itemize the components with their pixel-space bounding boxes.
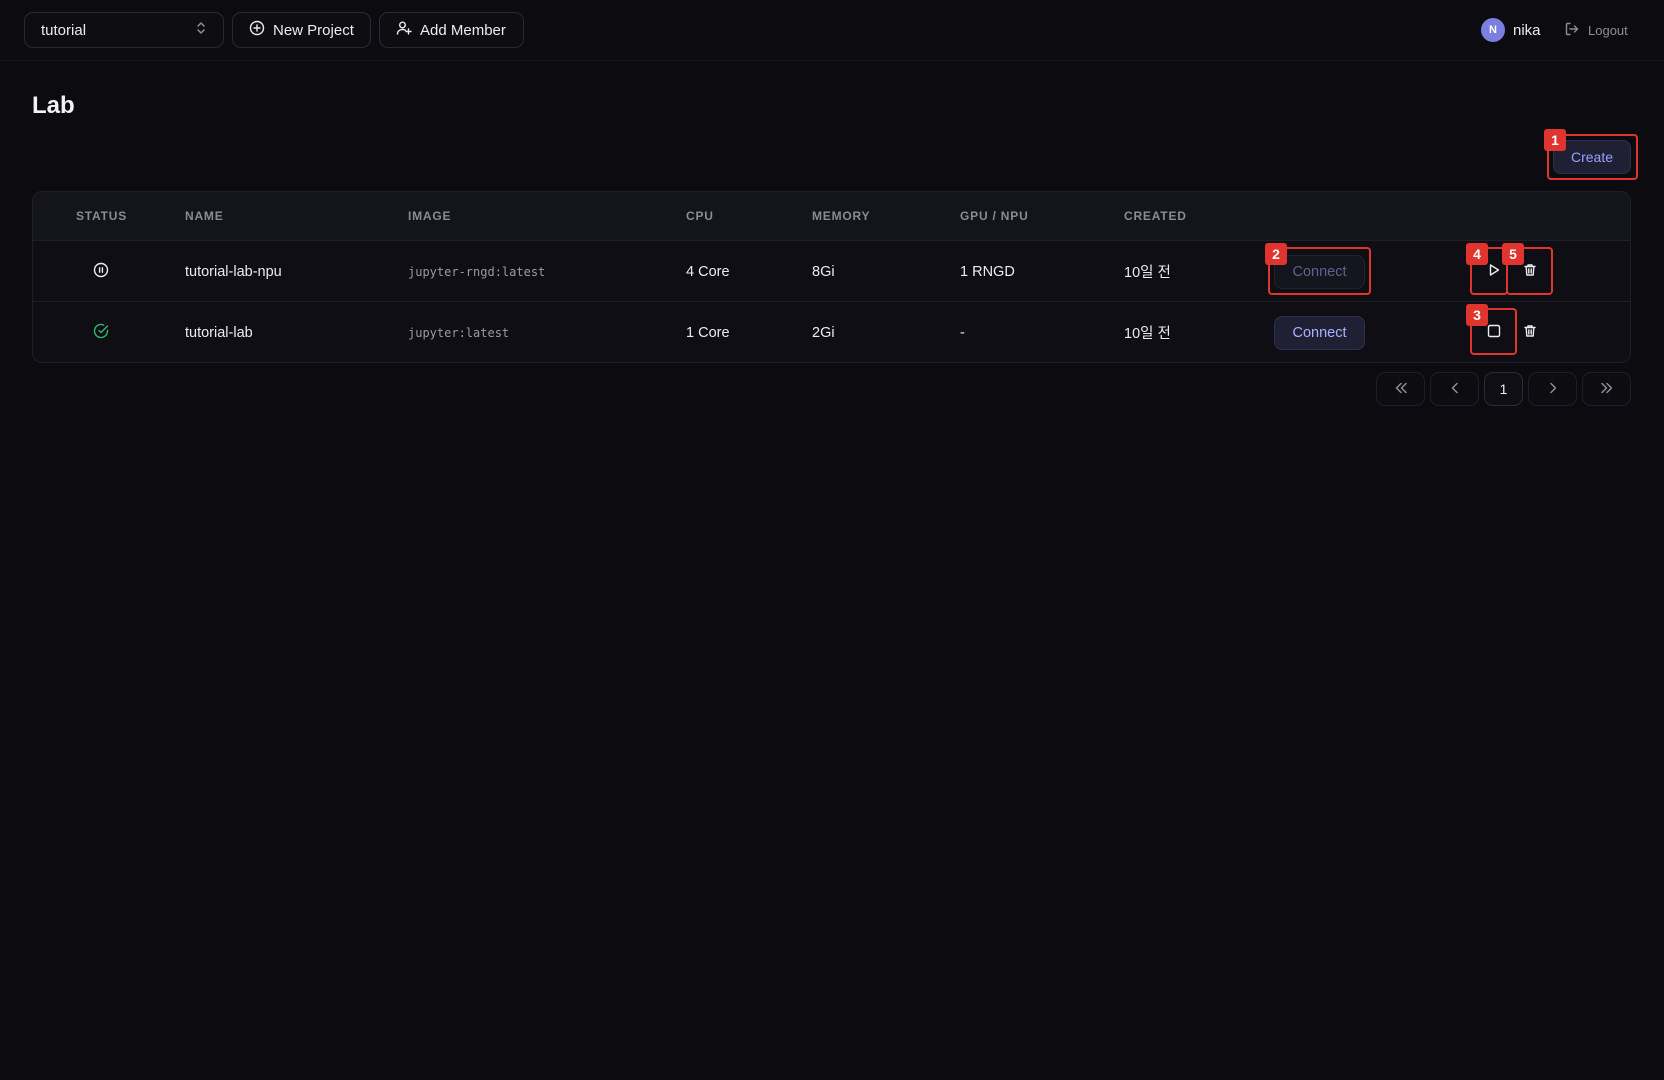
chevron-left-icon	[1447, 380, 1463, 399]
logout-icon	[1564, 21, 1580, 40]
column-header-status: STATUS	[76, 209, 128, 223]
user-name: nika	[1513, 21, 1541, 39]
last-page-button[interactable]	[1582, 372, 1631, 406]
page-number-button[interactable]: 1	[1484, 372, 1523, 406]
avatar: N	[1481, 18, 1505, 42]
annotation-badge: 5	[1502, 243, 1524, 265]
action-cell	[1518, 302, 1542, 362]
connect-button[interactable]: Connect	[1274, 315, 1365, 350]
column-header-gpu-npu: GPU / NPU	[960, 209, 1029, 223]
chevron-right-icon	[1545, 380, 1561, 399]
table-row: tutorial-lab-npu jupyter-rngd:latest 4 C…	[33, 241, 1630, 302]
cpu-cell: 4 Core	[686, 263, 730, 280]
annotation-badge: 1	[1544, 129, 1566, 151]
column-header-memory: MEMORY	[812, 209, 871, 223]
plus-circle-icon	[249, 20, 265, 40]
project-select-value: tutorial	[41, 21, 87, 39]
chevrons-right-icon	[1599, 380, 1615, 399]
status-cell	[93, 302, 109, 362]
user-menu[interactable]: N nika	[1481, 18, 1541, 42]
status-cell	[93, 241, 109, 302]
table-row: tutorial-lab jupyter:latest 1 Core 2Gi -…	[33, 302, 1630, 362]
annotation-badge: 3	[1466, 304, 1488, 326]
column-header-created: CREATED	[1124, 209, 1187, 223]
connect-cell: Connect	[1274, 302, 1365, 362]
name-cell: tutorial-lab-npu	[185, 263, 282, 280]
user-plus-icon	[396, 20, 412, 40]
play-icon	[1487, 263, 1501, 281]
trash-icon	[1523, 324, 1537, 342]
column-header-image: IMAGE	[408, 209, 452, 223]
logout-button[interactable]: Logout	[1564, 20, 1628, 40]
table-header: STATUS NAME IMAGE CPU MEMORY GPU / NPU C…	[33, 192, 1630, 241]
created-cell: 10일 전	[1124, 265, 1171, 281]
previous-page-button[interactable]	[1430, 372, 1479, 406]
new-project-button[interactable]: New Project	[232, 12, 371, 48]
image-cell: jupyter-rngd:latest	[408, 264, 546, 279]
top-bar: tutorial New Project Add Member N nika L…	[0, 0, 1664, 61]
stop-square-icon	[1487, 324, 1501, 342]
gpu-cell: -	[960, 324, 965, 341]
column-header-cpu: CPU	[686, 209, 714, 223]
annotation-badge: 2	[1265, 243, 1287, 265]
name-cell: tutorial-lab	[185, 324, 253, 341]
memory-cell: 2Gi	[812, 324, 835, 341]
pause-circle-icon	[93, 262, 109, 282]
next-page-button[interactable]	[1528, 372, 1577, 406]
delete-button[interactable]	[1518, 321, 1542, 345]
first-page-button[interactable]	[1376, 372, 1425, 406]
project-select[interactable]: tutorial	[24, 12, 224, 48]
logout-label: Logout	[1588, 22, 1628, 38]
chevron-up-down-icon	[195, 20, 207, 40]
chevrons-left-icon	[1393, 380, 1409, 399]
connect-cell: Connect	[1274, 241, 1365, 302]
cpu-cell: 1 Core	[686, 324, 730, 341]
annotation-badge: 4	[1466, 243, 1488, 265]
image-cell: jupyter:latest	[408, 325, 510, 340]
lab-table: STATUS NAME IMAGE CPU MEMORY GPU / NPU C…	[32, 191, 1631, 363]
column-header-name: NAME	[185, 209, 224, 223]
connect-button-disabled[interactable]: Connect	[1274, 254, 1365, 289]
trash-icon	[1523, 263, 1537, 281]
memory-cell: 8Gi	[812, 263, 835, 280]
new-project-label: New Project	[273, 21, 354, 39]
check-circle-icon	[93, 323, 109, 343]
add-member-button[interactable]: Add Member	[379, 12, 524, 48]
page-title: Lab	[32, 92, 75, 119]
add-member-label: Add Member	[420, 21, 506, 39]
created-cell: 10일 전	[1124, 326, 1171, 342]
gpu-cell: 1 RNGD	[960, 263, 1015, 280]
